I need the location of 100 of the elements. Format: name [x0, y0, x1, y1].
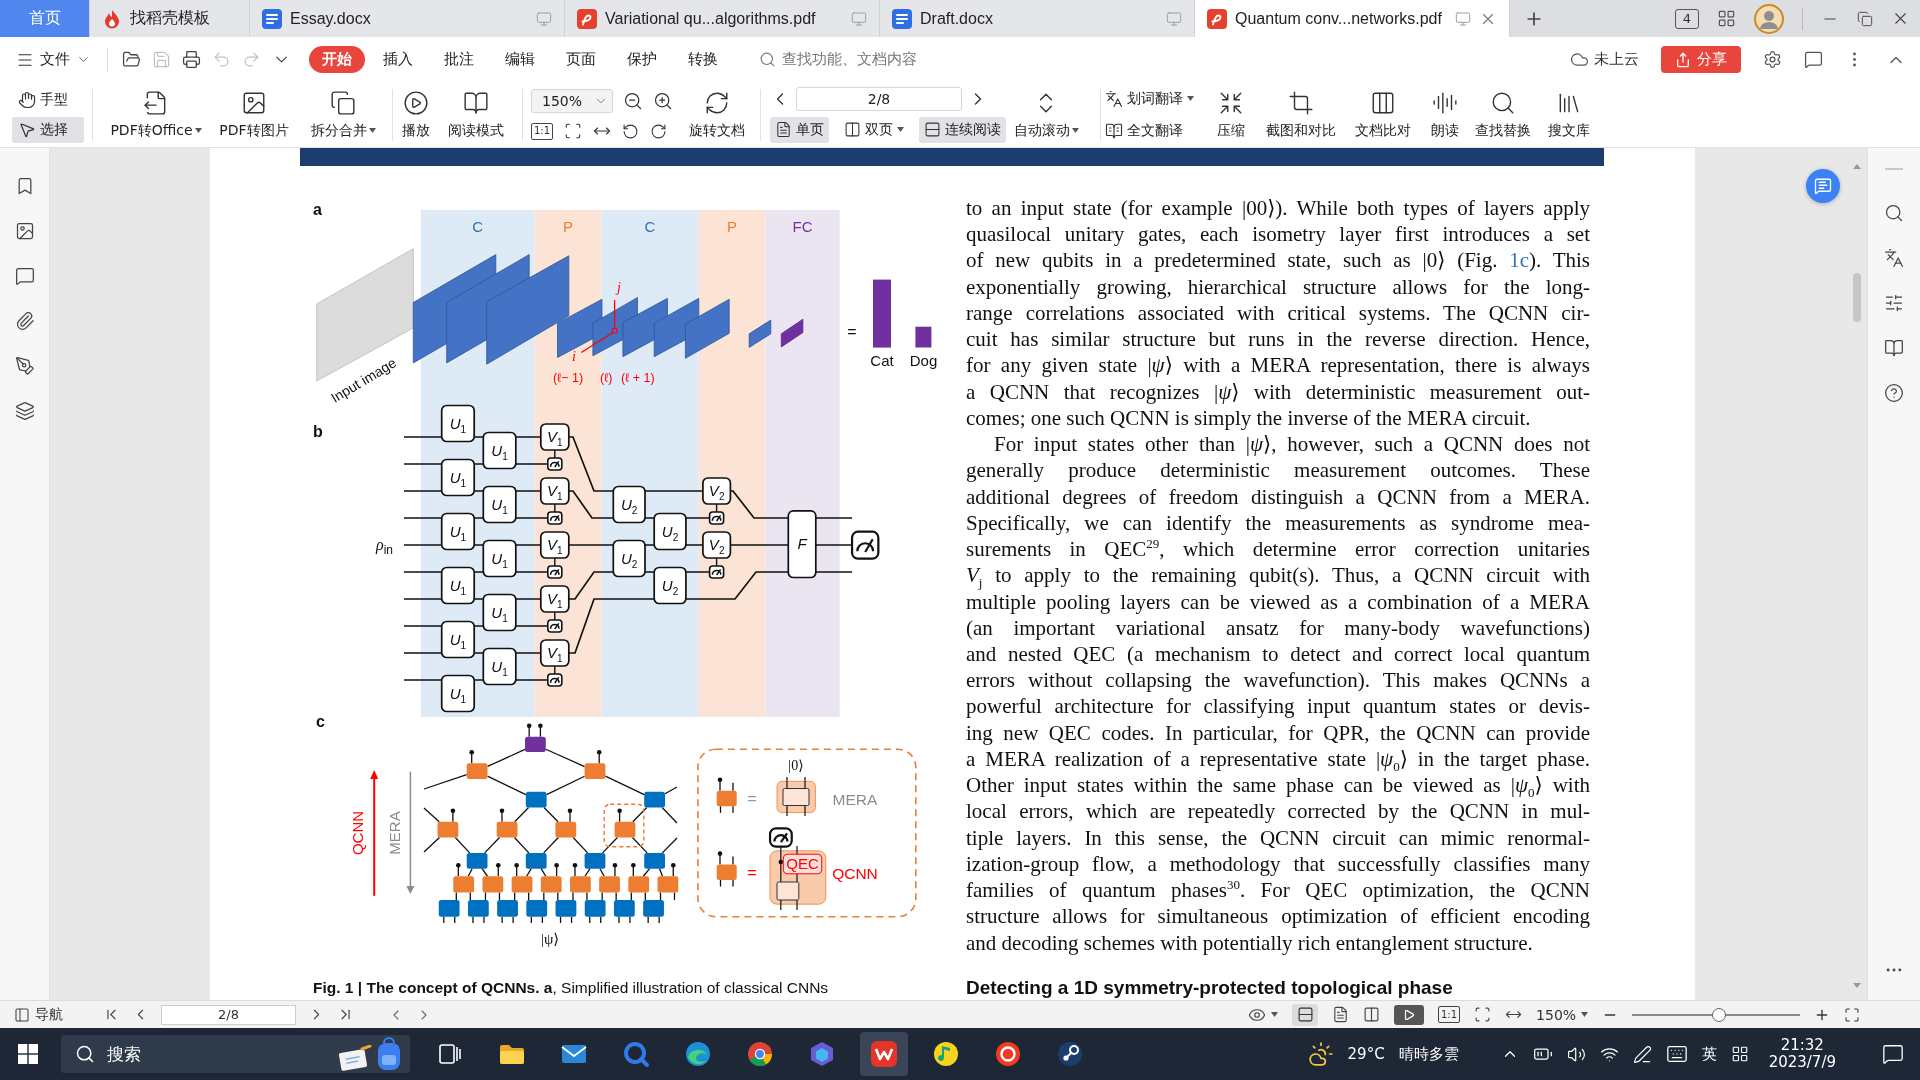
printer-icon[interactable] — [182, 50, 201, 69]
toolbar-button[interactable]: 旋转文档 — [681, 85, 753, 144]
toolbar-button[interactable]: 压缩 — [1203, 85, 1259, 144]
paperclip-icon[interactable] — [14, 311, 35, 331]
hand-icon — [18, 90, 36, 109]
pen-icon[interactable] — [1632, 1044, 1652, 1064]
pooling-gate: V$_{1}$ — [539, 639, 570, 667]
file-menu[interactable]: 文件 — [12, 44, 95, 75]
toolbar-button[interactable]: 截图和对比 — [1259, 85, 1343, 144]
document-tab[interactable]: Essay.docx — [250, 0, 565, 37]
zoom-select[interactable]: 150% — [1536, 1006, 1589, 1023]
columns-icon[interactable] — [1363, 1006, 1380, 1023]
mode-button[interactable]: 手型 — [12, 86, 84, 113]
document-tab[interactable]: Variational qu...algorithms.pdf — [565, 0, 880, 37]
translate-button[interactable]: 划词翻译 — [1105, 86, 1203, 111]
page-number-field[interactable]: 2/8 — [161, 1004, 296, 1025]
layout-button[interactable]: 单页 — [770, 116, 829, 143]
layout-button[interactable]: 连续阅读 — [919, 116, 1006, 143]
template-tab[interactable]: 找稻壳模板 — [90, 0, 250, 37]
rotate-right-icon[interactable] — [650, 122, 668, 140]
clock-time[interactable]: 21:32 — [1780, 1037, 1824, 1054]
magnifier-icon — [622, 1040, 650, 1068]
toolbar-button[interactable]: 播放 — [396, 85, 436, 144]
folder-icon[interactable] — [122, 50, 141, 69]
isometry-node — [716, 851, 737, 888]
isometry-node — [628, 862, 650, 893]
layer-index-label: (ℓ− 1) — [553, 371, 584, 385]
input-mode-indicator[interactable]: 英 — [1701, 1044, 1717, 1064]
navigation-button[interactable]: 导航 — [14, 1005, 63, 1024]
panel-label: b — [313, 423, 323, 440]
caret-icon — [1581, 1012, 1589, 1017]
toolbar-button[interactable]: PDF转图片 — [211, 85, 297, 144]
continuous-view-button[interactable] — [1292, 1003, 1318, 1026]
network-edge — [454, 836, 471, 854]
help-icon[interactable] — [1884, 383, 1904, 403]
restore-icon[interactable] — [1857, 10, 1873, 27]
clock-date[interactable]: 2023/7/9 — [1768, 1054, 1836, 1071]
notification-icon[interactable] — [1882, 1043, 1904, 1065]
taskbar-search-field[interactable]: 搜索 — [61, 1035, 410, 1073]
highlight-frame — [603, 803, 645, 848]
actual-size-button[interactable]: 1:1 — [531, 122, 554, 140]
toolbar-button[interactable]: 拆分合并 — [297, 85, 389, 144]
taskbar-app-button[interactable] — [860, 1032, 908, 1076]
translate-icon[interactable] — [1884, 248, 1904, 268]
mode-button[interactable]: 选择 — [12, 116, 84, 143]
play-button[interactable] — [1394, 1004, 1424, 1025]
translate-button[interactable]: 全文翻译 — [1105, 118, 1203, 143]
search-icon[interactable] — [1884, 203, 1904, 223]
unitary-gate: U$_{1}$ — [440, 566, 476, 605]
zoom-in-icon[interactable] — [653, 91, 673, 111]
document-tab[interactable]: Draft.docx — [880, 0, 1195, 37]
window-count-button[interactable]: 4 — [1674, 8, 1699, 29]
ribbon-tab[interactable]: 编辑 — [492, 46, 548, 73]
layout-button[interactable]: 双页 — [839, 116, 909, 143]
rotate-left-icon[interactable] — [622, 122, 640, 140]
isometry-node — [453, 862, 475, 893]
sliders-icon[interactable] — [1884, 293, 1904, 313]
unitary-gate: U$_{1}$ — [440, 404, 476, 443]
comment-icon[interactable] — [1804, 50, 1823, 69]
toolbar-button[interactable]: 朗读 — [1423, 85, 1467, 144]
unitary-gate: U$_{1}$ — [440, 620, 476, 659]
keyboard-icon[interactable] — [1665, 1043, 1688, 1065]
network-edge — [423, 836, 441, 853]
ribbon-tab[interactable]: 批注 — [431, 46, 487, 73]
ribbon-tab[interactable]: 转换 — [675, 46, 731, 73]
settings-icon[interactable] — [1763, 50, 1782, 69]
ribbon-tab[interactable]: 插入 — [370, 46, 426, 73]
fullscreen-icon[interactable] — [1844, 1006, 1861, 1023]
zoom-select[interactable]: 150% — [531, 89, 613, 113]
comment-icon[interactable] — [14, 266, 35, 286]
pen-icon[interactable] — [14, 356, 35, 376]
share-button[interactable]: 分享 — [1661, 46, 1741, 73]
ribbon-tab[interactable]: 保护 — [614, 46, 670, 73]
toolbar-button[interactable]: 查找替换 — [1467, 85, 1539, 144]
toolbar-button[interactable]: 阅读模式 — [436, 85, 516, 144]
floating-action-button[interactable] — [1806, 169, 1840, 203]
toolbar-button[interactable]: 文档比对 — [1343, 85, 1423, 144]
column-label: FC — [792, 218, 813, 235]
slider-thumb[interactable] — [1712, 1007, 1727, 1022]
zoom-out-icon[interactable] — [623, 91, 643, 111]
image-icon[interactable] — [14, 221, 35, 241]
book-icon[interactable] — [1884, 338, 1904, 358]
layers-icon[interactable] — [14, 401, 35, 421]
search-field[interactable]: 查找功能、文档内容 — [759, 50, 917, 69]
grid-icon[interactable] — [1730, 1045, 1749, 1063]
cloud-status-button[interactable]: 未上云 — [1570, 50, 1639, 69]
page-number-field[interactable]: 2/8 — [796, 86, 962, 111]
toolbar-button[interactable]: 搜文库 — [1539, 85, 1599, 144]
ribbon-tab[interactable]: 开始 — [309, 46, 365, 73]
scroll-thumb[interactable] — [1852, 273, 1861, 322]
figure-link[interactable]: 1c — [1509, 248, 1529, 273]
fit-page-icon[interactable] — [1474, 1006, 1492, 1023]
page-icon[interactable] — [1332, 1006, 1349, 1023]
ribbon-tab[interactable]: 页面 — [553, 46, 609, 73]
toolbar-button[interactable]: PDF转Office — [101, 85, 211, 144]
feature-map — [748, 319, 772, 348]
fit-page-icon[interactable] — [564, 122, 583, 140]
actual-size-button[interactable]: 1:1 — [1438, 1006, 1461, 1023]
document-tab[interactable]: Quantum conv...networks.pdf — [1195, 0, 1510, 37]
network-edge — [514, 806, 530, 823]
